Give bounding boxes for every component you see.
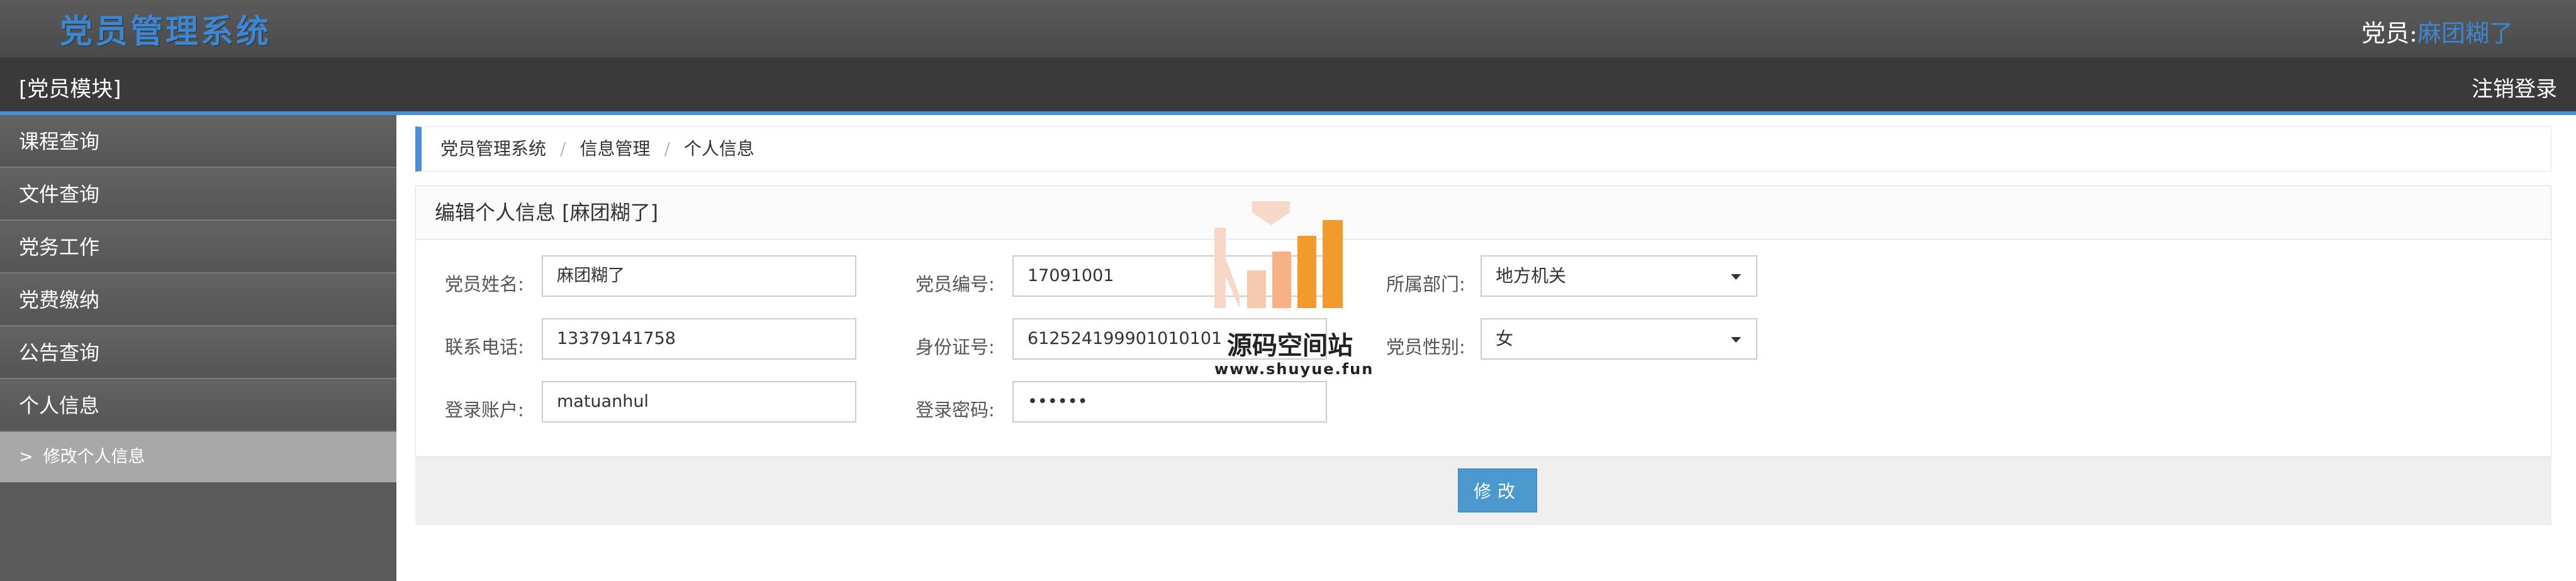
breadcrumb-item[interactable]: 信息管理	[580, 138, 650, 159]
watermark-logo-icon	[1214, 201, 1343, 308]
sidebar-item-dues-payment[interactable]: 党费缴纳	[0, 274, 396, 326]
name-label: 党员姓名:	[445, 274, 524, 295]
breadcrumb-separator: /	[664, 138, 670, 159]
gender-label: 党员性别:	[1386, 336, 1465, 358]
sidebar: 课程查询 文件查询 党务工作 党费缴纳 公告查询 个人信息 > 修改个人信息	[0, 115, 396, 581]
id-number-label: 身份证号:	[916, 336, 995, 358]
watermark: 源码空间站 www.shuyue.fun	[1214, 201, 1374, 384]
panel-title: 编辑个人信息 [麻团糊了]	[416, 186, 2551, 240]
department-selected-value: 地方机关	[1496, 265, 1567, 286]
caret-down-icon	[1731, 274, 1741, 280]
user-name[interactable]: 麻团糊了	[2417, 19, 2513, 47]
current-user: 党员:麻团糊了	[2361, 14, 2513, 48]
module-bar: [党员模块] 注销登录	[0, 58, 2576, 115]
breadcrumb-item[interactable]: 党员管理系统	[440, 138, 546, 159]
watermark-text: 源码空间站	[1227, 331, 1353, 360]
breadcrumb-separator: /	[560, 138, 566, 159]
user-label: 党员:	[2361, 19, 2417, 47]
top-header: 党员管理系统 党员:麻团糊了	[0, 0, 2576, 58]
watermark-url: www.shuyue.fun	[1214, 360, 1374, 378]
phone-field[interactable]: 13379141758	[542, 318, 856, 360]
module-name: [党员模块]	[19, 77, 121, 102]
app-title: 党员管理系统	[60, 13, 272, 51]
account-field[interactable]: matuanhul	[542, 381, 856, 423]
caret-down-icon	[1731, 337, 1741, 343]
sidebar-item-personal-info[interactable]: 个人信息	[0, 379, 396, 432]
logout-link[interactable]: 注销登录	[2472, 72, 2557, 102]
password-field[interactable]: ••••••	[1012, 381, 1327, 423]
gender-select[interactable]: 女	[1481, 318, 1757, 360]
edit-info-panel: 编辑个人信息 [麻团糊了] 党员姓名: 麻团糊了 联系电话: 133791417…	[415, 185, 2551, 457]
sidebar-item-file-query[interactable]: 文件查询	[0, 168, 396, 221]
submit-button[interactable]: 修改	[1458, 468, 1537, 512]
account-label: 登录账户:	[445, 399, 524, 421]
sidebar-item-notice-query[interactable]: 公告查询	[0, 326, 396, 379]
main-content: 党员管理系统 / 信息管理 / 个人信息 编辑个人信息 [麻团糊了] 党员姓名: 麻团糊…	[396, 115, 2576, 581]
breadcrumb-item-current: 个人信息	[683, 138, 754, 159]
form-footer: 修改	[415, 457, 2551, 525]
sidebar-item-party-work[interactable]: 党务工作	[0, 221, 396, 274]
department-select[interactable]: 地方机关	[1481, 255, 1757, 297]
name-field[interactable]: 麻团糊了	[542, 255, 856, 297]
phone-label: 联系电话:	[445, 336, 524, 358]
sidebar-item-course-query[interactable]: 课程查询	[0, 115, 396, 168]
gender-selected-value: 女	[1496, 328, 1514, 349]
member-number-label: 党员编号:	[916, 274, 995, 295]
department-label: 所属部门:	[1386, 274, 1465, 295]
password-label: 登录密码:	[916, 399, 995, 421]
sidebar-subitem-edit-info[interactable]: > 修改个人信息	[0, 432, 396, 482]
sidebar-subitem-label: 修改个人信息	[43, 447, 145, 467]
chevron-right-icon: >	[19, 447, 33, 467]
breadcrumb: 党员管理系统 / 信息管理 / 个人信息	[415, 126, 2551, 172]
